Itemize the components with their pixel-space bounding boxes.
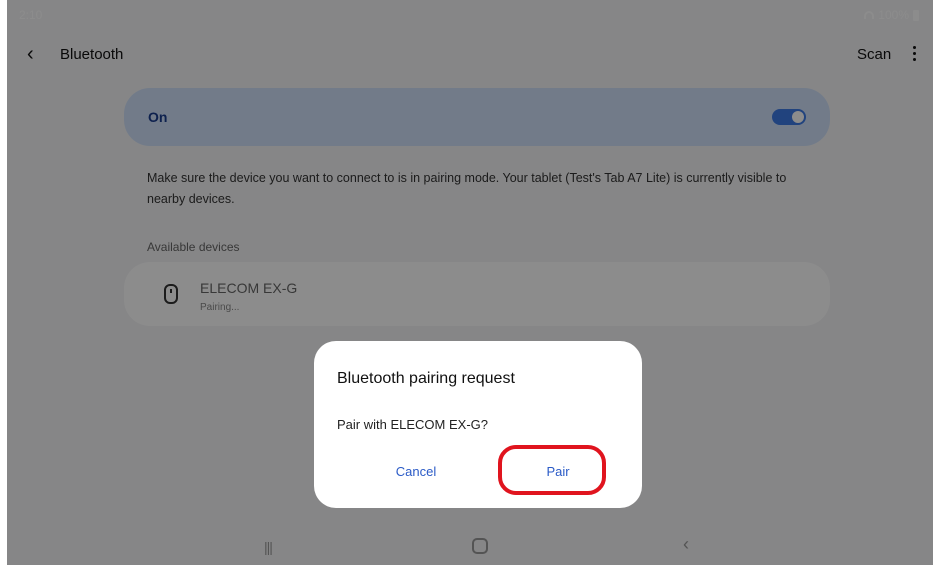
cancel-button[interactable]: Cancel	[366, 459, 466, 485]
pair-highlight-ring	[498, 445, 606, 495]
pairing-dialog: Bluetooth pairing request Pair with ELEC…	[314, 341, 642, 508]
dialog-title: Bluetooth pairing request	[337, 370, 515, 387]
screen: 2:10 100% ‹ Bluetooth Scan On Make sure …	[7, 0, 933, 565]
dialog-message: Pair with ELECOM EX-G?	[337, 417, 488, 432]
